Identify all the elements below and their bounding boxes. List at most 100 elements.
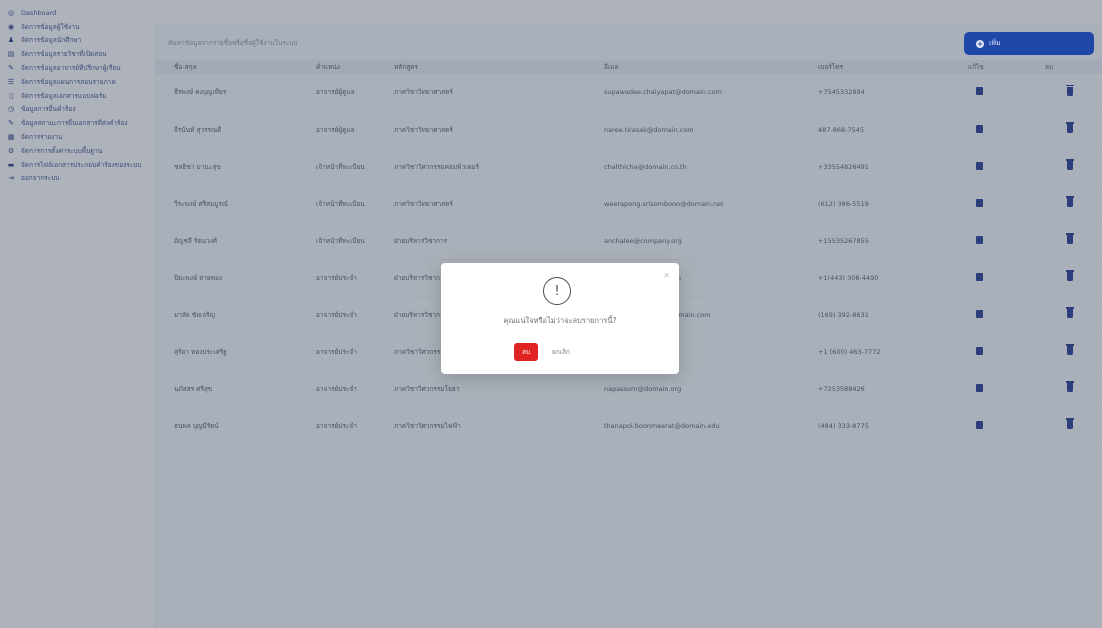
cell-role: เจ้าหน้าที่ทะเบียน	[316, 236, 365, 245]
cell-department: ภาควิชาวิทยาศาสตร์	[394, 88, 453, 97]
cell-phone: (169) 392-8631	[818, 310, 869, 319]
trash-icon[interactable]	[1066, 344, 1074, 355]
cell-name: ชลธิชา มานะสุข	[174, 162, 221, 171]
cell-delete	[1027, 296, 1102, 333]
sidebar-item[interactable]: ▦ จัดการรายงาน	[6, 130, 150, 144]
sidebar-item[interactable]: ◷ ข้อมูลการยื่นคำร้อง	[6, 103, 150, 117]
table-row: อัญชลี รัตนวงศ์ เจ้าหน้าที่ทะเบียน ฝ่ายบริ…	[156, 222, 1102, 259]
cell-phone: +33554826491	[818, 162, 869, 171]
edit-icon[interactable]	[976, 346, 983, 355]
cell-name: วีระพงษ์ ศรีสมบูรณ์	[174, 199, 228, 208]
trash-icon[interactable]	[1066, 307, 1074, 318]
cell-department: ภาควิชาวิศวกรรมคอมพิวเตอร์	[394, 162, 479, 171]
graduation-cap-icon: ✎	[8, 64, 14, 73]
sidebar-item-label: จัดการข้อมูลแผนการสอนรายภาค	[21, 77, 116, 86]
cell-edit	[950, 296, 1027, 333]
cell-edit	[950, 222, 1027, 259]
trash-icon[interactable]	[1066, 381, 1074, 392]
sidebar-item-label: จัดการข้อมูลรายวิชาที่เปิดสอน	[21, 50, 107, 59]
cell-edit	[950, 74, 1027, 111]
sidebar-item-label: จัดการข้อมูลนักศึกษา	[21, 36, 82, 45]
folder-icon: ▬	[7, 160, 15, 169]
trash-icon[interactable]	[1066, 159, 1074, 170]
search-input[interactable]	[168, 32, 968, 54]
cell-edit	[950, 407, 1027, 444]
cell-delete	[1027, 333, 1102, 370]
gauge-icon: ◎	[7, 8, 15, 17]
cell-role: อาจารย์ประจำ	[316, 310, 357, 319]
confirm-delete-dialog: ✕ ! คุณแน่ใจหรือไม่ว่าจะลบรายการนี้? ลบ …	[441, 263, 679, 374]
cell-email: thanapol.boonmeerat@domain.edu	[604, 421, 720, 430]
confirm-delete-button[interactable]: ลบ	[514, 343, 538, 361]
cell-phone: +15535267855	[818, 236, 869, 245]
header-email: อีเมล	[604, 63, 619, 71]
edit-icon[interactable]	[976, 124, 983, 133]
edit-icon[interactable]	[976, 198, 983, 207]
cell-email: weerapong.srisomboon@domain.net	[604, 199, 724, 208]
trash-icon[interactable]	[1066, 418, 1074, 429]
cell-role: เจ้าหน้าที่ทะเบียน	[316, 162, 365, 171]
sidebar: ◎ Dashboard ◉ จัดการข้อมูลผู้ใช้งาน ♟ จัดการข…	[0, 0, 150, 628]
trash-icon[interactable]	[1066, 196, 1074, 207]
sidebar-item-label: จัดการข้อมูลผู้ใช้งาน	[21, 22, 80, 31]
trash-icon[interactable]	[1066, 233, 1074, 244]
sidebar-item[interactable]: ✎ จัดการข้อมูลอาจารย์ที่ปรึกษาผู้เรียน	[6, 61, 150, 75]
pencil-icon: ✎	[8, 119, 14, 128]
cell-name: อัญชลี รัตนวงศ์	[174, 236, 218, 245]
cell-phone: +1(443) 308-4490	[818, 273, 879, 282]
edit-icon[interactable]	[976, 420, 983, 429]
logout-icon: ⇥	[8, 174, 14, 183]
cell-name: ธีรพงษ์ คงบุญเทียร	[174, 88, 227, 97]
edit-icon[interactable]	[976, 87, 983, 96]
sidebar-item[interactable]: ◎ Dashboard	[6, 6, 150, 20]
trash-icon[interactable]	[1066, 122, 1074, 133]
cell-department: ภาควิชาวิทยาศาสตร์	[394, 199, 453, 208]
clock-icon: ◷	[7, 105, 15, 114]
cancel-button[interactable]: ยกเลิก	[545, 343, 577, 361]
book-icon: ▤	[7, 50, 15, 59]
cell-role: เจ้าหน้าที่ทะเบียน	[316, 199, 365, 208]
cell-edit	[950, 333, 1027, 370]
sidebar-item-label: ข้อมูลการยื่นคำร้อง	[21, 105, 76, 114]
edit-icon[interactable]	[976, 235, 983, 244]
sidebar-item[interactable]: ✎ ข้อมูลสถานะการยื่นเอกสารที่ส่งคำร้อง	[6, 116, 150, 130]
edit-icon[interactable]	[976, 383, 983, 392]
header-role: ตำแหน่ง	[316, 63, 340, 71]
cell-email: chalthicha@domain.co.th	[604, 162, 687, 171]
edit-icon[interactable]	[976, 272, 983, 281]
cell-department: ภาควิชาวิทยาศาสตร์	[394, 125, 453, 134]
sidebar-item[interactable]: ☰ จัดการข้อมูลแผนการสอนรายภาค	[6, 75, 150, 89]
close-icon[interactable]: ✕	[663, 271, 670, 280]
cell-edit	[950, 111, 1027, 148]
sidebar-item[interactable]: ▬ จัดการไฟล์เอกสารประกอบคำร้องของระบบ	[6, 158, 150, 172]
cell-phone: (484) 333-8775	[818, 421, 869, 430]
cell-name: จีรนันท์ สุวรรณดี	[174, 125, 222, 134]
sidebar-item[interactable]: ♟ จัดการข้อมูลนักศึกษา	[6, 34, 150, 48]
cell-role: อาจารย์ประจำ	[316, 273, 357, 282]
document-icon: ▯	[9, 91, 13, 100]
trash-icon[interactable]	[1066, 84, 1074, 96]
cell-phone: (612) 386-5519	[818, 199, 869, 208]
trash-icon[interactable]	[1066, 270, 1074, 281]
header-phone: เบอร์โทร	[818, 63, 844, 71]
cell-delete	[1027, 407, 1102, 444]
gear-icon: ⚙	[7, 146, 15, 155]
edit-icon[interactable]	[976, 161, 983, 170]
header-name: ชื่อ-สกุล	[174, 63, 197, 71]
sidebar-item[interactable]: ⚙ จัดการการตั้งค่าระบบพื้นฐาน	[6, 144, 150, 158]
edit-icon[interactable]	[976, 309, 983, 318]
table-row: จีรนันท์ สุวรรณดี อาจารย์ผู้ดูแล ภาควิชาวิ…	[156, 111, 1102, 148]
sidebar-item[interactable]: ◉ จัดการข้อมูลผู้ใช้งาน	[6, 20, 150, 34]
sidebar-item[interactable]: ▤ จัดการข้อมูลรายวิชาที่เปิดสอน	[6, 47, 150, 61]
cell-delete	[1027, 74, 1102, 111]
cell-delete	[1027, 185, 1102, 222]
add-button[interactable]: + เพิ่ม	[964, 32, 1094, 55]
sidebar-item[interactable]: ▯ จัดการข้อมูลเอกสารแบบฟอร์ม	[6, 89, 150, 103]
sidebar-item-label: ข้อมูลสถานะการยื่นเอกสารที่ส่งคำร้อง	[21, 119, 128, 128]
add-button-label: เพิ่ม	[989, 39, 1001, 47]
sidebar-item-label: Dashboard	[21, 8, 57, 17]
header-edit: แก้ไข	[968, 63, 984, 71]
sidebar-item[interactable]: ⇥ ออกจากระบบ	[6, 172, 150, 186]
cell-edit	[950, 259, 1027, 296]
cell-phone: +7545332894	[818, 88, 865, 97]
